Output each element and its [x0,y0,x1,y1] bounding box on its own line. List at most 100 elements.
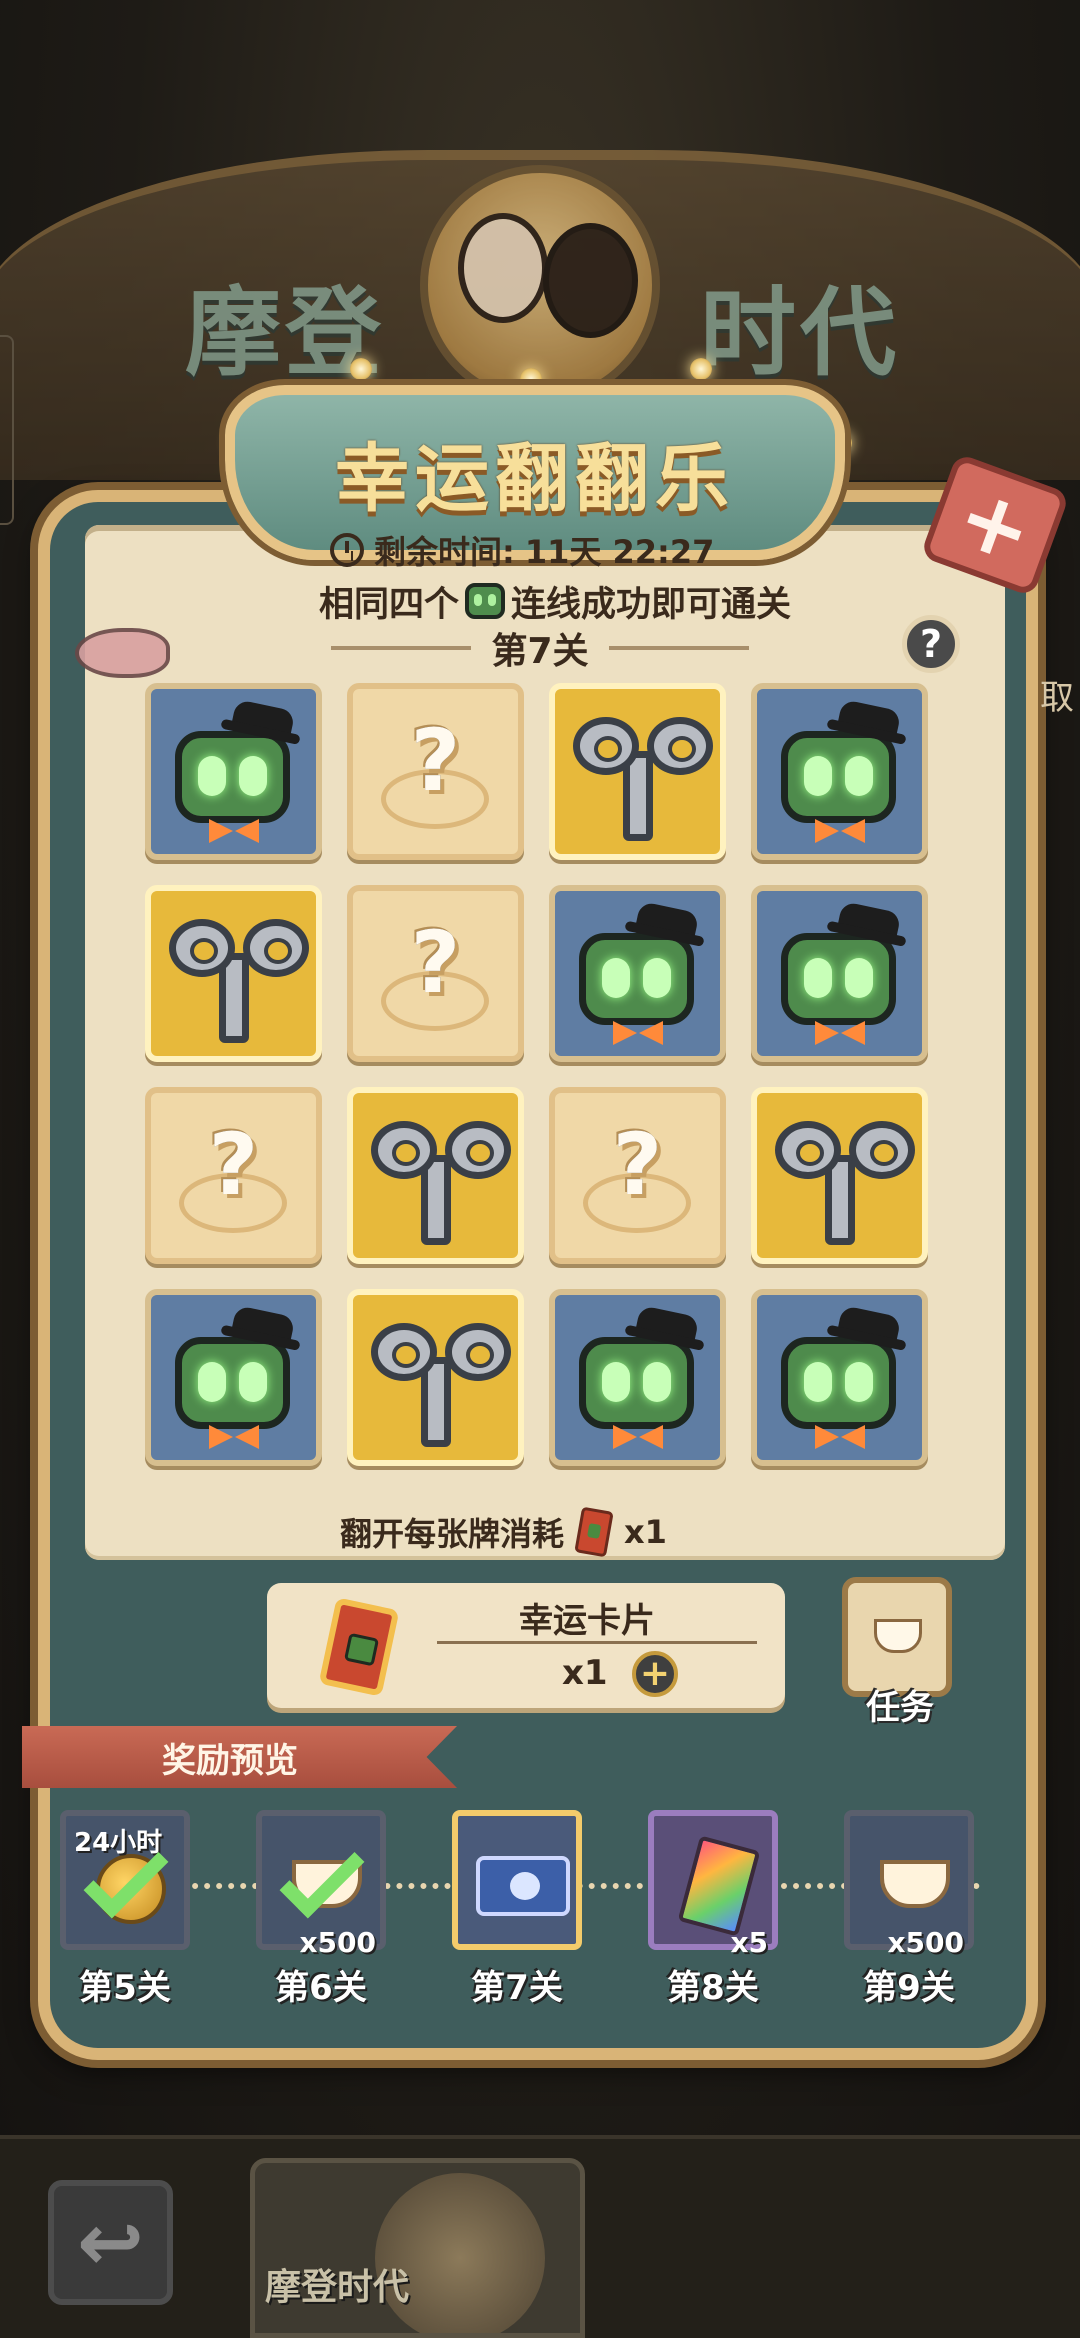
back-button[interactable]: ↩ [48,2180,173,2305]
add-lucky-card-button[interactable]: + [632,1651,678,1697]
reward-item-level-7[interactable]: 第7关 [452,1810,582,2008]
lucky-card-panel: 幸运卡片 x1 + [267,1583,785,1708]
card-key[interactable] [549,683,726,860]
flip-cost: 翻开每张牌消耗 x1 [340,1506,760,1558]
reward-item-level-8[interactable]: x5 第8关 [648,1810,778,2008]
clock-icon [330,533,364,567]
character-face-icon [458,213,548,323]
rule-prefix: 相同四个 [318,584,459,625]
level-heading: 第7关 [255,625,825,672]
reward-item-level-5[interactable]: 24小时第5关 [60,1810,190,2008]
coffee-cup-icon [874,1619,922,1653]
robot-icon [781,933,896,1025]
light-bulb-icon [350,358,372,380]
card-key[interactable] [145,885,322,1062]
reward-box: 24小时 [60,1810,190,1950]
lucky-card-icon [574,1506,614,1558]
reward-item-level-6[interactable]: x500 第6关 [256,1810,386,2008]
wind-up-key-icon [445,1121,511,1179]
card-grid: ???? [145,683,935,1473]
card-hidden[interactable]: ? [549,1087,726,1264]
reward-level-label: 第6关 [275,1968,367,2008]
robot-icon [175,1337,290,1429]
reward-level-label: 第7关 [471,1968,563,2008]
marquee-emblem [420,165,660,405]
reward-level-label: 第5关 [79,1968,171,2008]
timer-value: 11天 22:27 [524,533,715,571]
wind-up-key-icon [775,1121,841,1179]
marquee-right-text: 时代 [700,277,900,389]
bottom-tab-modern-times[interactable] [250,2158,585,2338]
lucky-card-name: 幸运卡片 [519,1601,655,1641]
reward-preview-ribbon: 奖励预览 [22,1726,457,1788]
bow-tie-icon [209,1425,259,1449]
bow-tie-icon [815,819,865,843]
close-icon: + [944,465,1046,585]
wind-up-key-icon [169,919,235,977]
flip-cost-label: 翻开每张牌消耗 [340,1515,565,1553]
card-key[interactable] [347,1087,524,1264]
card-hidden[interactable]: ? [347,683,524,860]
side-tab[interactable]: 取 [1040,670,1080,750]
timer-label: 剩余时间: [374,533,515,571]
card-robot[interactable] [751,683,928,860]
question-mark-icon: ? [410,913,461,1013]
card-hidden[interactable]: ? [145,1087,322,1264]
bow-tie-icon [613,1021,663,1045]
question-mark-icon: ? [208,1115,259,1215]
wind-up-key-icon [371,1323,437,1381]
card-robot[interactable] [751,1289,928,1466]
reward-box [452,1810,582,1950]
wind-up-key-icon [647,717,713,775]
rule-text: 相同四个 连线成功即可通关 [255,577,855,625]
wind-up-key-icon [445,1323,511,1381]
bow-tie-icon [613,1425,663,1449]
reward-track: 24小时 第5关 x500 第6关 第7关 x5 第8关 x500 第9关 [60,1790,980,2010]
character-face-icon [543,223,638,338]
reward-box: x500 [256,1810,386,1959]
coffee-cup-icon [880,1860,950,1908]
reward-level-label: 第8关 [667,1968,759,2008]
help-button[interactable]: ? [902,615,960,673]
bow-tie-icon [815,1425,865,1449]
question-mark-icon: ? [410,711,461,811]
wind-up-key-icon [849,1121,915,1179]
card-robot[interactable] [549,885,726,1062]
card-hidden[interactable]: ? [347,885,524,1062]
robot-icon [579,933,694,1025]
robot-icon [579,1337,694,1429]
task-button[interactable] [842,1577,952,1697]
task-label[interactable]: 任务 [850,1680,950,1729]
reward-quantity: x500 [887,1926,964,1959]
card-robot[interactable] [145,1289,322,1466]
reward-item-level-9[interactable]: x500 第9关 [844,1810,974,2008]
card-key[interactable] [347,1289,524,1466]
reward-level-label: 第9关 [863,1968,955,2008]
level-label: 第7关 [491,631,589,672]
lucky-card-count: x1 [562,1653,608,1693]
reward-preview-title: 奖励预览 [162,1740,298,1781]
page-title: 幸运翻翻乐 [335,436,735,522]
rule-suffix: 连线成功即可通关 [511,584,792,625]
reward-quantity: x5 [730,1926,768,1959]
bow-tie-icon [815,1021,865,1045]
side-drawer-left[interactable] [0,335,14,525]
flip-cost-amount: x1 [624,1513,667,1551]
divider [437,1641,757,1644]
light-bulb-icon [690,358,712,380]
card-key[interactable] [751,1087,928,1264]
wind-up-key-icon [573,717,639,775]
card-pack-icon [677,1835,761,1937]
bottom-tab-label[interactable]: 摩登时代 [265,2258,409,2310]
countdown-timer: 剩余时间: 11天 22:27 [330,528,770,572]
character-art-icon [375,2173,545,2333]
bow-tie-icon [209,819,259,843]
robot-icon [781,731,896,823]
reward-box: x500 [844,1810,974,1959]
reward-quantity: x500 [299,1926,376,1959]
card-robot[interactable] [549,1289,726,1466]
wind-up-key-icon [371,1121,437,1179]
back-arrow-icon: ↩ [76,2196,145,2289]
card-robot[interactable] [751,885,928,1062]
card-robot[interactable] [145,683,322,860]
